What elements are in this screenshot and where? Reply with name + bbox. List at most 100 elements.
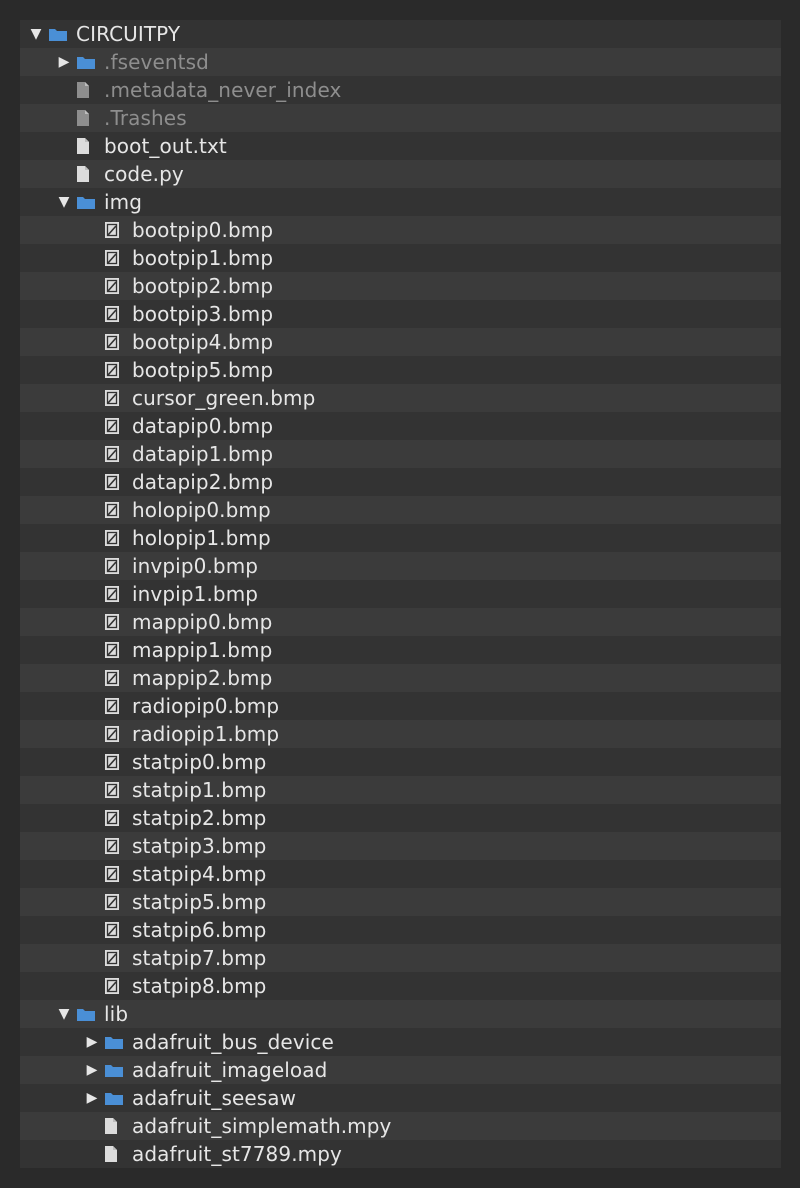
folder-icon bbox=[76, 192, 100, 212]
item-label: holopip0.bmp bbox=[132, 498, 271, 522]
file-icon bbox=[104, 1144, 128, 1164]
item-label: statpip7.bmp bbox=[132, 946, 267, 970]
tree-file[interactable]: bootpip3.bmp bbox=[20, 300, 781, 328]
item-label: holopip1.bmp bbox=[132, 526, 271, 550]
tree-file[interactable]: statpip0.bmp bbox=[20, 748, 781, 776]
tree-file[interactable]: bootpip0.bmp bbox=[20, 216, 781, 244]
folder-icon bbox=[104, 1060, 128, 1080]
triangle-right-icon[interactable]: ▶ bbox=[56, 54, 72, 70]
triangle-down-icon[interactable]: ▼ bbox=[28, 26, 44, 42]
tree-file[interactable]: statpip7.bmp bbox=[20, 944, 781, 972]
tree-item[interactable]: .metadata_never_index bbox=[20, 76, 781, 104]
folder-icon bbox=[104, 1088, 128, 1108]
tree-file[interactable]: holopip0.bmp bbox=[20, 496, 781, 524]
item-label: radiopip1.bmp bbox=[132, 722, 280, 746]
item-label: radiopip0.bmp bbox=[132, 694, 280, 718]
tree-file[interactable]: statpip8.bmp bbox=[20, 972, 781, 1000]
tree-item[interactable]: ▶ .fseventsd bbox=[20, 48, 781, 76]
item-label: .Trashes bbox=[104, 106, 187, 130]
tree-root-circuitpy[interactable]: ▼ CIRCUITPY bbox=[20, 20, 781, 48]
tree-file[interactable]: radiopip1.bmp bbox=[20, 720, 781, 748]
tree-file[interactable]: adafruit_simplemath.mpy bbox=[20, 1112, 781, 1140]
image-file-icon bbox=[104, 808, 128, 828]
image-file-icon bbox=[104, 304, 128, 324]
triangle-down-icon[interactable]: ▼ bbox=[56, 194, 72, 210]
tree-file[interactable]: cursor_green.bmp bbox=[20, 384, 781, 412]
image-file-icon bbox=[104, 360, 128, 380]
image-file-icon bbox=[104, 640, 128, 660]
item-label: mappip2.bmp bbox=[132, 666, 273, 690]
tree-folder[interactable]: ▶ adafruit_seesaw bbox=[20, 1084, 781, 1112]
file-icon bbox=[76, 164, 100, 184]
item-label: adafruit_seesaw bbox=[132, 1086, 297, 1110]
file-icon bbox=[104, 1116, 128, 1136]
tree-folder-lib[interactable]: ▼ lib bbox=[20, 1000, 781, 1028]
item-label: invpip0.bmp bbox=[132, 554, 259, 578]
tree-file[interactable]: mappip0.bmp bbox=[20, 608, 781, 636]
tree-file[interactable]: radiopip0.bmp bbox=[20, 692, 781, 720]
file-tree: ▼ CIRCUITPY ▶ .fseventsd .metadata_never_ind… bbox=[20, 20, 781, 1168]
file-icon bbox=[76, 108, 100, 128]
item-label: adafruit_imageload bbox=[132, 1058, 328, 1082]
item-label: bootpip4.bmp bbox=[132, 330, 274, 354]
tree-file[interactable]: statpip2.bmp bbox=[20, 804, 781, 832]
image-file-icon bbox=[104, 836, 128, 856]
triangle-right-icon[interactable]: ▶ bbox=[84, 1034, 100, 1050]
image-file-icon bbox=[104, 612, 128, 632]
folder-icon bbox=[76, 1004, 100, 1024]
item-label: bootpip5.bmp bbox=[132, 358, 274, 382]
image-file-icon bbox=[104, 864, 128, 884]
image-file-icon bbox=[104, 920, 128, 940]
tree-file[interactable]: mappip1.bmp bbox=[20, 636, 781, 664]
tree-folder[interactable]: ▶ adafruit_imageload bbox=[20, 1056, 781, 1084]
tree-item[interactable]: code.py bbox=[20, 160, 781, 188]
image-file-icon bbox=[104, 388, 128, 408]
item-label: datapip1.bmp bbox=[132, 442, 274, 466]
tree-file[interactable]: adafruit_st7789.mpy bbox=[20, 1140, 781, 1168]
tree-folder[interactable]: ▶ adafruit_bus_device bbox=[20, 1028, 781, 1056]
item-label: adafruit_simplemath.mpy bbox=[132, 1114, 392, 1138]
item-label: code.py bbox=[104, 162, 184, 186]
tree-file[interactable]: bootpip5.bmp bbox=[20, 356, 781, 384]
tree-item[interactable]: boot_out.txt bbox=[20, 132, 781, 160]
triangle-down-icon[interactable]: ▼ bbox=[56, 1006, 72, 1022]
image-file-icon bbox=[104, 696, 128, 716]
folder-icon bbox=[76, 52, 100, 72]
item-label: bootpip0.bmp bbox=[132, 218, 274, 242]
tree-file[interactable]: datapip0.bmp bbox=[20, 412, 781, 440]
tree-file[interactable]: holopip1.bmp bbox=[20, 524, 781, 552]
item-label: datapip0.bmp bbox=[132, 414, 274, 438]
item-label: bootpip2.bmp bbox=[132, 274, 274, 298]
image-file-icon bbox=[104, 724, 128, 744]
tree-file[interactable]: bootpip2.bmp bbox=[20, 272, 781, 300]
item-label: statpip8.bmp bbox=[132, 974, 267, 998]
folder-icon bbox=[48, 24, 72, 44]
item-label: adafruit_st7789.mpy bbox=[132, 1142, 342, 1166]
tree-folder-img[interactable]: ▼ img bbox=[20, 188, 781, 216]
tree-file[interactable]: statpip6.bmp bbox=[20, 916, 781, 944]
tree-file[interactable]: mappip2.bmp bbox=[20, 664, 781, 692]
image-file-icon bbox=[104, 976, 128, 996]
image-file-icon bbox=[104, 892, 128, 912]
tree-file[interactable]: datapip1.bmp bbox=[20, 440, 781, 468]
tree-file[interactable]: datapip2.bmp bbox=[20, 468, 781, 496]
file-icon bbox=[76, 80, 100, 100]
triangle-right-icon[interactable]: ▶ bbox=[84, 1090, 100, 1106]
item-label: bootpip1.bmp bbox=[132, 246, 274, 270]
tree-file[interactable]: invpip0.bmp bbox=[20, 552, 781, 580]
item-label: bootpip3.bmp bbox=[132, 302, 274, 326]
item-label: invpip1.bmp bbox=[132, 582, 259, 606]
tree-file[interactable]: statpip5.bmp bbox=[20, 888, 781, 916]
image-file-icon bbox=[104, 332, 128, 352]
tree-file[interactable]: bootpip1.bmp bbox=[20, 244, 781, 272]
tree-file[interactable]: statpip4.bmp bbox=[20, 860, 781, 888]
image-file-icon bbox=[104, 556, 128, 576]
triangle-right-icon[interactable]: ▶ bbox=[84, 1062, 100, 1078]
tree-file[interactable]: statpip1.bmp bbox=[20, 776, 781, 804]
tree-file[interactable]: bootpip4.bmp bbox=[20, 328, 781, 356]
item-label: statpip4.bmp bbox=[132, 862, 267, 886]
tree-item[interactable]: .Trashes bbox=[20, 104, 781, 132]
tree-file[interactable]: invpip1.bmp bbox=[20, 580, 781, 608]
tree-file[interactable]: statpip3.bmp bbox=[20, 832, 781, 860]
item-label: datapip2.bmp bbox=[132, 470, 274, 494]
